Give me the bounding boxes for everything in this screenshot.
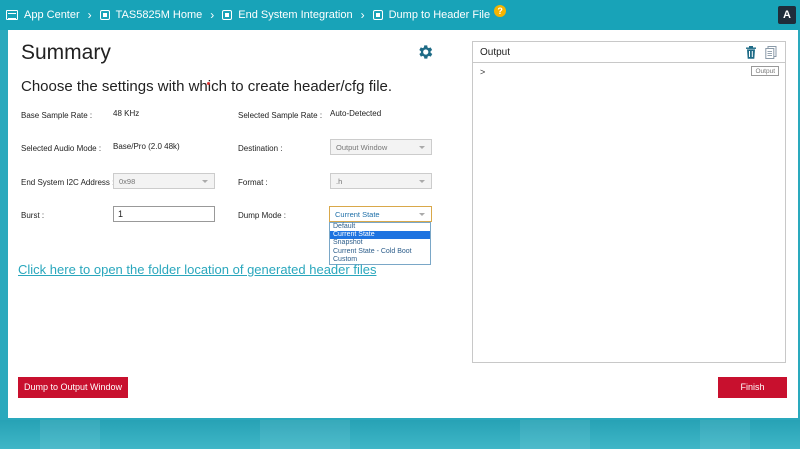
dropdown-option-current-state[interactable]: Current State [330,231,430,240]
base-sample-rate-value: 48 KHz [113,109,140,118]
base-sample-rate-label: Base Sample Rate : [21,111,93,120]
chevron-right-icon: › [210,8,215,22]
breadcrumb-end-system-integration[interactable]: End System Integration [222,9,353,21]
i2c-address-label: End System I2C Address : [21,178,115,187]
summary-subtitle: Choose the settings with which to create… [21,78,393,95]
breadcrumb-dump-to-header-file[interactable]: Dump to Header File [372,9,491,21]
background-decoration [0,420,800,449]
format-value: .h [336,177,343,186]
copy-icon[interactable] [765,46,777,59]
dump-mode-dropdown: Default Current State Snapshot Current S… [329,222,431,265]
output-panel: Output > Output [472,41,786,363]
format-select[interactable]: .h [330,173,432,189]
dump-to-output-button[interactable]: Dump to Output Window [18,377,128,398]
breadcrumb-tas5825m-home[interactable]: TAS5825M Home [99,9,203,21]
dump-mode-label: Dump Mode : [238,211,287,220]
dump-mode-value: Current State [335,210,380,219]
help-icon[interactable]: ? [494,5,507,17]
i2c-address-select[interactable]: 0x98 [113,173,215,189]
chevron-down-icon [419,213,425,216]
breadcrumb-label: Dump to Header File [388,9,491,21]
trash-icon[interactable] [745,46,757,59]
app-center-icon [6,10,18,20]
avatar[interactable]: A [778,6,796,24]
finish-button[interactable]: Finish [718,377,787,398]
output-tooltip: Output [751,66,779,76]
summary-panel: Summary Choose the settings with which t… [8,30,798,418]
page-title: Summary [21,41,111,64]
chevron-down-icon [419,180,425,183]
cursor-marker [207,82,210,85]
burst-label: Burst : [21,211,45,220]
dropdown-option-current-state-cold-boot[interactable]: Current State - Cold Boot [330,248,430,256]
format-label: Format : [238,178,268,187]
chevron-down-icon [202,180,208,183]
output-prompt: > [480,67,486,77]
breadcrumb-label: End System Integration [238,9,353,21]
dropdown-option-snapshot[interactable]: Snapshot [330,239,430,247]
chevron-down-icon [419,146,425,149]
destination-value: Output Window [336,143,388,152]
i2c-address-value: 0x98 [119,177,136,186]
selected-sample-rate-label: Selected Sample Rate : [238,111,323,120]
chevron-right-icon: › [360,8,365,22]
chip-icon [99,10,110,20]
destination-label: Destination : [238,144,283,153]
output-title: Output [473,42,785,63]
open-folder-link[interactable]: Click here to open the folder location o… [18,262,376,277]
selected-sample-rate-value: Auto-Detected [330,109,382,118]
breadcrumb-app-center[interactable]: App Center [6,9,80,21]
destination-select[interactable]: Output Window [330,139,432,155]
breadcrumb-label: App Center [24,9,80,21]
selected-audio-mode-label: Selected Audio Mode : [21,144,102,153]
burst-input[interactable]: 1 [113,206,215,222]
breadcrumb-label: TAS5825M Home [115,9,203,21]
chevron-right-icon: › [87,8,92,22]
dropdown-option-default[interactable]: Default [330,223,430,231]
chip-icon [222,10,233,20]
chip-icon [372,10,383,20]
selected-audio-mode-value: Base/Pro (2.0 48k) [113,142,180,151]
dump-mode-select[interactable]: Current State [329,206,432,222]
gear-icon[interactable] [416,43,434,61]
breadcrumb: App Center › TAS5825M Home › End System … [0,0,800,30]
